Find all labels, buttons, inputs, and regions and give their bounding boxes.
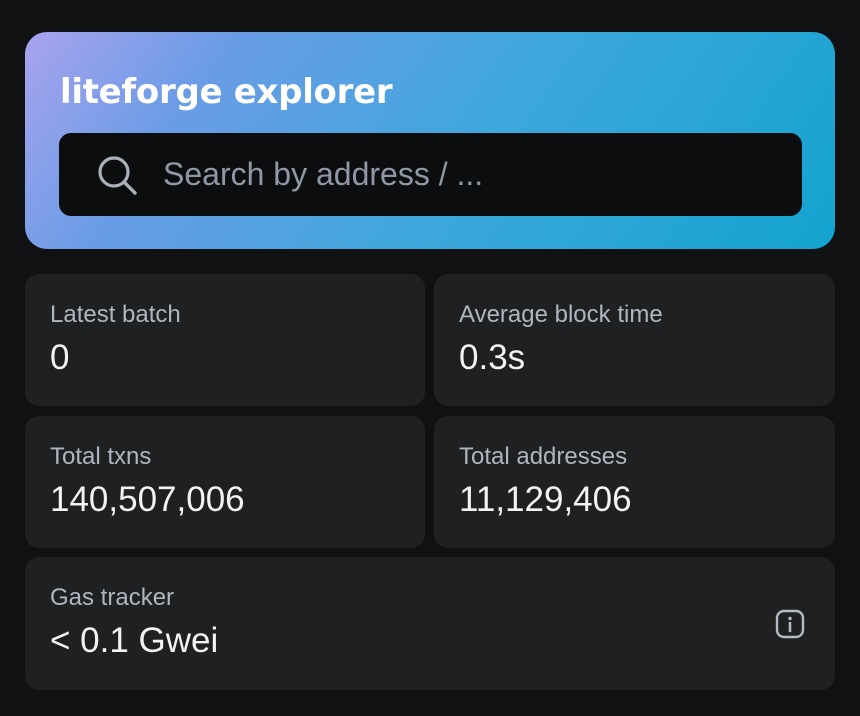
- stat-label: Total addresses: [459, 443, 628, 470]
- stat-value: 0.3s: [459, 338, 526, 377]
- stat-card-latest-batch: Latest batch 0: [25, 274, 425, 406]
- search-input[interactable]: [163, 149, 763, 200]
- stat-label: Gas tracker: [50, 584, 175, 611]
- stat-value: 0: [50, 338, 70, 377]
- stat-card-gas-tracker: Gas tracker < 0.1 Gwei: [25, 557, 835, 690]
- stat-label: Average block time: [459, 301, 663, 328]
- page-title: liteforge explorer: [60, 72, 393, 112]
- stat-card-total-addresses: Total addresses 11,129,406: [434, 416, 835, 548]
- stat-card-average-block-time: Average block time 0.3s: [434, 274, 835, 406]
- stat-label: Total txns: [50, 443, 152, 470]
- stat-value: < 0.1 Gwei: [50, 621, 219, 660]
- search-bar[interactable]: [59, 133, 802, 216]
- stat-label: Latest batch: [50, 301, 181, 328]
- stat-value: 11,129,406: [459, 480, 632, 519]
- stat-card-total-txns: Total txns 140,507,006: [25, 416, 425, 548]
- hero-banner: liteforge explorer: [25, 32, 835, 249]
- info-icon[interactable]: [775, 609, 805, 639]
- explorer-home: liteforge explorer Latest batch 0 Averag…: [0, 0, 860, 716]
- search-icon: [95, 153, 139, 197]
- stat-value: 140,507,006: [50, 480, 245, 519]
